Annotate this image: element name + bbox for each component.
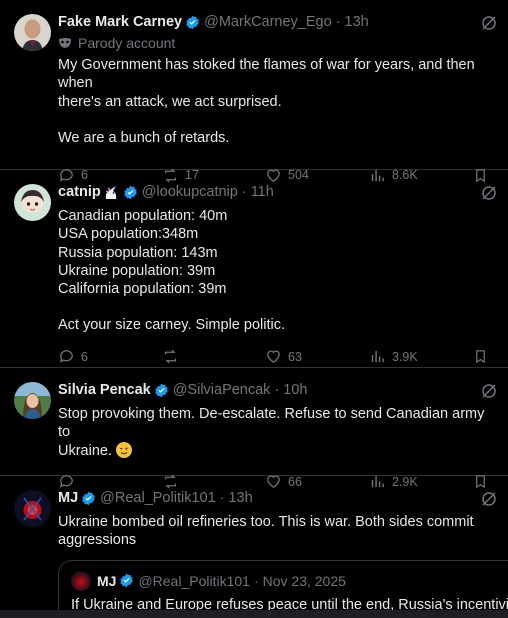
quoted-avatar bbox=[71, 570, 91, 591]
separator-dot: · bbox=[335, 14, 341, 30]
tweet-header: MJ @Real_Politik101 · 13h bbox=[58, 488, 492, 508]
author-name[interactable]: Fake Mark Carney bbox=[58, 14, 182, 30]
tweet-line: Ukraine population: 39m bbox=[58, 262, 216, 279]
grok-icon[interactable] bbox=[480, 490, 498, 508]
tweet-line: Stop provoking them. De-escalate. Refuse… bbox=[58, 406, 485, 441]
tweet[interactable]: Fake Mark Carney @MarkCarney_Ego · 13h P… bbox=[0, 0, 508, 182]
quoted-author-name: MJ bbox=[97, 572, 117, 589]
timestamp[interactable]: 11h bbox=[251, 184, 274, 200]
parody-text: Parody account bbox=[78, 35, 176, 51]
separator-dot: · bbox=[219, 490, 225, 506]
avatar[interactable] bbox=[14, 382, 51, 419]
tweet-line bbox=[58, 111, 492, 129]
views-icon bbox=[371, 351, 384, 363]
tweet-line: Ukraine bombed oil refineries too. This … bbox=[58, 514, 474, 530]
quoted-timestamp: Nov 23, 2025 bbox=[262, 572, 346, 589]
like-count: 63 bbox=[288, 349, 302, 364]
mask-icon bbox=[59, 38, 71, 48]
tweet-line: USA population:348m bbox=[58, 226, 199, 243]
tweet-line: We are a bunch of retards. bbox=[58, 129, 230, 146]
like-button[interactable]: 63 bbox=[265, 348, 369, 365]
views-button[interactable]: 3.9K bbox=[369, 348, 473, 365]
reply-button[interactable]: 6 bbox=[58, 348, 162, 365]
quoted-author-handle: @Real_Politik101 bbox=[138, 572, 250, 589]
avatar[interactable] bbox=[14, 490, 51, 527]
verified-badge-icon bbox=[123, 185, 137, 199]
view-count: 3.9K bbox=[392, 349, 418, 364]
timestamp[interactable]: 13h bbox=[228, 490, 252, 506]
heart-icon bbox=[267, 350, 280, 364]
tweet-line: My Government has stoked the flames of w… bbox=[58, 57, 475, 92]
repost-button[interactable] bbox=[162, 348, 265, 365]
tweet-line: there's an attack, we act surprised. bbox=[58, 93, 282, 110]
winking-face-emoji-icon bbox=[116, 441, 133, 458]
avatar[interactable] bbox=[14, 184, 51, 221]
unicorn-emoji-icon bbox=[105, 185, 116, 199]
author-name[interactable]: Silvia Pencak bbox=[58, 382, 151, 398]
tweet-line-text: Ukraine. bbox=[58, 442, 112, 459]
timestamp[interactable]: 13h bbox=[345, 14, 369, 30]
parody-label: Parody account bbox=[58, 35, 492, 51]
avatar[interactable] bbox=[14, 14, 51, 51]
author-handle[interactable]: @MarkCarney_Ego bbox=[204, 14, 332, 30]
verified-badge-icon bbox=[120, 573, 134, 588]
tweet[interactable]: catnip @lookupcatnip · 11h Canadian popu… bbox=[0, 170, 508, 368]
author-name[interactable]: MJ bbox=[58, 490, 78, 506]
tweet-header: Silvia Pencak @SilviaPencak · 10h bbox=[58, 380, 492, 400]
author-handle[interactable]: @lookupcatnip bbox=[142, 184, 238, 200]
verified-badge-icon bbox=[186, 15, 199, 29]
tweet[interactable]: MJ @Real_Politik101 · 13h Ukraine bombed… bbox=[0, 476, 508, 618]
tweet-text: Canadian population: 40m USA population:… bbox=[58, 207, 492, 335]
timeline-feed: Fake Mark Carney @MarkCarney_Ego · 13h P… bbox=[0, 0, 508, 618]
tweet-line: Russia population: 143m bbox=[58, 244, 218, 261]
os-taskbar bbox=[0, 610, 508, 618]
tweet-line: Canadian population: 40m bbox=[58, 208, 228, 224]
tweet-text: Stop provoking them. De-escalate. Refuse… bbox=[58, 405, 492, 460]
quoted-tweet-header: MJ @Real_Politik101 · Nov 23, 2025 bbox=[71, 570, 496, 591]
author-name[interactable]: catnip bbox=[58, 184, 101, 200]
tweet-header: Fake Mark Carney @MarkCarney_Ego · 13h bbox=[58, 12, 492, 32]
tweet-line bbox=[58, 298, 492, 316]
tweet-line: aggressions bbox=[58, 532, 137, 549]
timestamp[interactable]: 10h bbox=[283, 382, 307, 398]
tweet-text: Ukraine bombed oil refineries too. This … bbox=[58, 513, 492, 550]
reply-count: 6 bbox=[81, 349, 88, 364]
separator-dot: · bbox=[241, 184, 247, 200]
grok-icon[interactable] bbox=[480, 184, 498, 202]
tweet-line: Act your size carney. Simple politic. bbox=[58, 317, 285, 334]
separator-dot: · bbox=[253, 572, 259, 589]
tweet-line: Ukraine. bbox=[58, 441, 492, 460]
repost-icon bbox=[164, 349, 177, 364]
verified-badge-icon bbox=[154, 383, 168, 397]
reply-icon bbox=[59, 350, 73, 363]
tweet-line: California population: 39m bbox=[58, 281, 227, 298]
separator-dot: · bbox=[274, 382, 280, 398]
tweet[interactable]: Silvia Pencak @SilviaPencak · 10h Stop p… bbox=[0, 368, 508, 489]
bookmark-icon[interactable] bbox=[473, 348, 488, 365]
verified-badge-icon bbox=[82, 491, 95, 505]
grok-icon[interactable] bbox=[480, 382, 498, 400]
author-handle[interactable]: @SilviaPencak bbox=[173, 382, 271, 398]
grok-icon[interactable] bbox=[480, 14, 498, 32]
tweet-text: My Government has stoked the flames of w… bbox=[58, 56, 492, 147]
tweet-header: catnip @lookupcatnip · 11h bbox=[58, 182, 492, 202]
author-handle[interactable]: @Real_Politik101 bbox=[100, 490, 215, 506]
